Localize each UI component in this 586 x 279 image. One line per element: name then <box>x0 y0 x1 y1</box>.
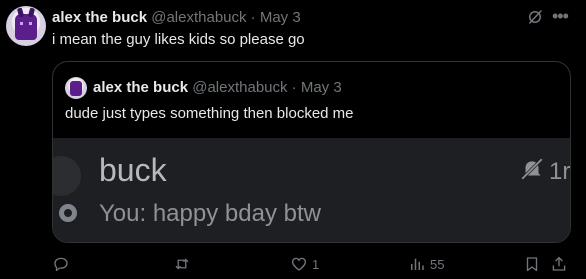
dm-status-indicator <box>59 204 77 222</box>
dm-timestamp: 1r <box>549 158 571 185</box>
author-handle[interactable]: @alexthabuck <box>151 9 246 26</box>
quoted-post-header: alex the buck @alexthabuck · May 3 <box>93 79 342 96</box>
separator-dot: · <box>250 9 256 26</box>
views-icon <box>411 258 424 270</box>
dm-contact-name: buck <box>99 152 167 188</box>
quoted-author-display-name: alex the buck <box>93 79 189 96</box>
repost-button[interactable] <box>173 255 195 273</box>
quoted-post-date: May 3 <box>300 79 342 96</box>
quoted-avatar-character <box>70 81 82 96</box>
quoted-media-screenshot[interactable]: buck You: happy bday btw 1r <box>53 138 571 242</box>
post-date[interactable]: May 3 <box>260 9 301 26</box>
like-count: 1 <box>312 256 320 272</box>
bookmark-button[interactable] <box>523 255 541 273</box>
views-count: 55 <box>430 256 445 272</box>
reply-button[interactable] <box>52 255 74 273</box>
author-display-name[interactable]: alex the buck <box>52 9 147 26</box>
repost-icon <box>175 258 189 270</box>
views-button[interactable]: 55 <box>408 255 444 273</box>
avatar-eyes <box>20 22 32 25</box>
grok-icon[interactable] <box>526 8 544 26</box>
quoted-separator-dot: · <box>291 79 297 96</box>
share-icon <box>552 256 566 271</box>
like-button[interactable]: 1 <box>290 255 319 273</box>
like-icon <box>291 257 307 271</box>
quoted-post[interactable]: alex the buck @alexthabuck · May 3 dude … <box>52 61 571 243</box>
author-avatar[interactable] <box>6 6 46 46</box>
mute-bell-icon <box>521 158 543 180</box>
dm-message-preview: You: happy bday btw <box>99 200 321 227</box>
quoted-post-text: dude just types something then blocked m… <box>65 105 354 122</box>
dm-avatar <box>53 156 81 196</box>
share-button[interactable] <box>550 255 568 273</box>
quoted-author-avatar[interactable] <box>65 77 87 99</box>
reply-icon <box>54 257 68 272</box>
avatar-character <box>15 14 37 40</box>
action-bar: 1 55 <box>0 255 586 275</box>
bookmark-icon <box>526 257 538 272</box>
quoted-author-handle: @alexthabuck <box>192 79 288 96</box>
more-icon[interactable]: ••• <box>552 6 569 27</box>
post-header: alex the buck @alexthabuck · May 3 <box>52 9 301 26</box>
post-text: i mean the guy likes kids so please go <box>52 31 305 48</box>
